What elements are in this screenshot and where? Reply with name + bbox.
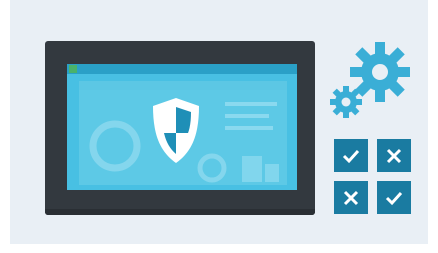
gear-small-icon bbox=[330, 86, 362, 118]
checkbox-checked bbox=[377, 181, 411, 214]
ghost-line bbox=[225, 126, 273, 130]
ghost-ring bbox=[89, 120, 141, 172]
ghost-block bbox=[242, 156, 262, 182]
checkbox-grid bbox=[334, 139, 412, 214]
ghost-block bbox=[265, 164, 279, 182]
check-icon bbox=[342, 149, 360, 163]
checkbox-crossed bbox=[334, 181, 368, 214]
ghost-line bbox=[225, 114, 269, 118]
cross-icon bbox=[386, 148, 402, 163]
shield-icon bbox=[153, 98, 199, 163]
cross-icon bbox=[343, 190, 359, 205]
checkbox-checked bbox=[334, 139, 368, 172]
device-edge bbox=[45, 209, 315, 215]
ghost-line bbox=[225, 102, 277, 106]
check-icon bbox=[385, 191, 403, 205]
ghost-small-ring bbox=[197, 153, 227, 183]
checkbox-crossed bbox=[377, 139, 411, 172]
